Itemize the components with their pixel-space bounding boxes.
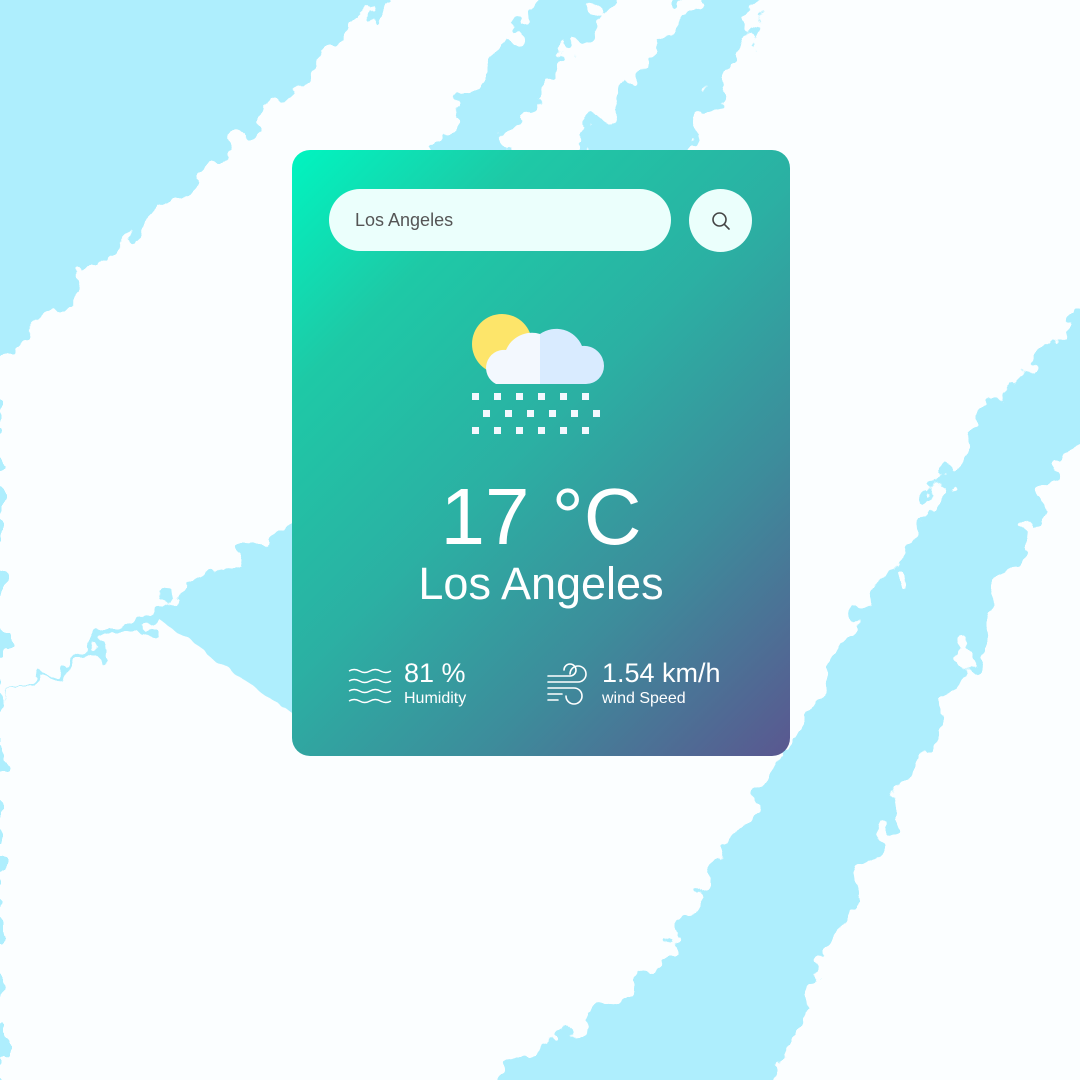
humidity-value: 81 %	[404, 658, 466, 688]
humidity-label: Humidity	[404, 690, 467, 707]
temperature: 17 °C	[440, 472, 642, 561]
weather-card: 17 °C Los Angeles 81 % Humidity	[292, 150, 790, 756]
city-name: Los Angeles	[418, 558, 664, 609]
wind-detail: 1.54 km/h wind Speed	[546, 658, 721, 709]
humidity-waves-icon	[348, 668, 392, 703]
search-button[interactable]	[689, 189, 752, 252]
wind-icon	[547, 662, 587, 705]
partly-cloudy-snow-icon	[472, 314, 605, 434]
city-search-input[interactable]	[329, 189, 671, 251]
search-icon	[711, 211, 730, 230]
wind-speed-value: 1.54 km/h	[602, 658, 721, 688]
wind-speed-label: wind Speed	[602, 690, 686, 707]
humidity-detail: 81 % Humidity	[348, 658, 466, 709]
